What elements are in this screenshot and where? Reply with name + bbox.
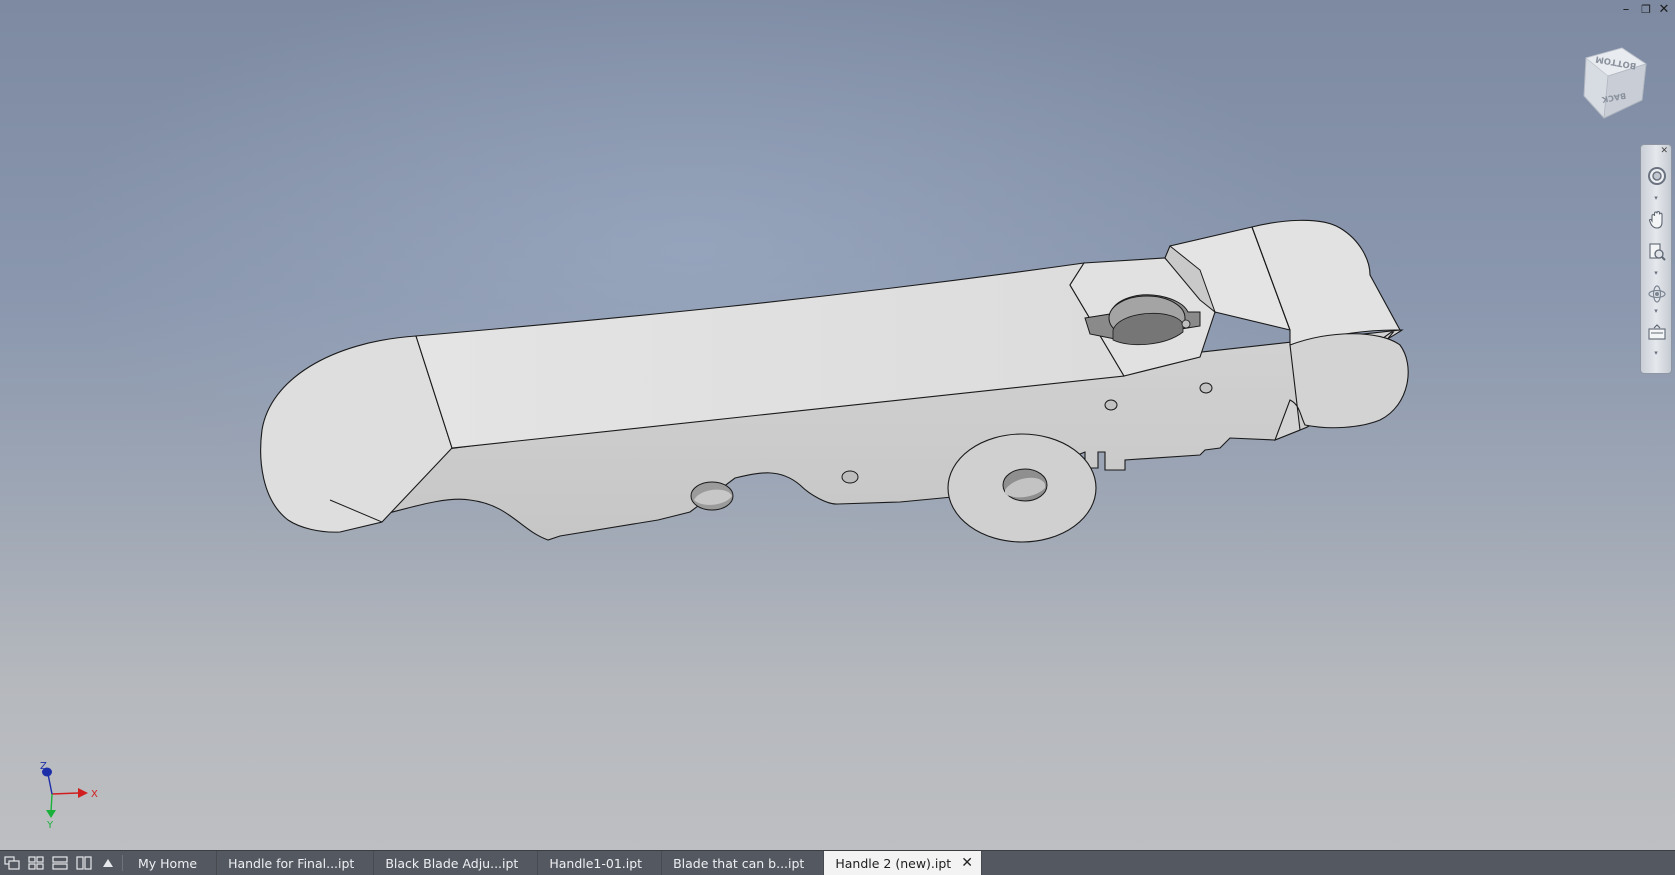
steering-wheel-icon [1648,167,1666,185]
tab-blade-that-can[interactable]: Blade that can b...ipt [662,851,825,875]
document-tab-bar: My Home Handle for Final...ipt Black Bla… [0,850,1675,875]
handle-part-model[interactable] [0,0,1675,850]
small-hole-1[interactable] [841,470,859,484]
steering-wheel-button[interactable] [1644,163,1670,189]
navbar-customize-icon[interactable]: ▾ [1652,350,1660,357]
slot-pin-hole [1181,319,1191,329]
tab-label: Handle1-01.ipt [549,855,643,871]
triad-z-label: Z [40,762,47,772]
triad-x-arrow-icon [78,788,88,798]
pan-button[interactable] [1644,207,1670,233]
pan-hand-icon [1648,210,1663,229]
tab-my-home[interactable]: My Home [127,851,218,875]
orbit-icon [1648,285,1666,303]
viewcube[interactable]: BOTTOM BACK [1578,44,1650,122]
open-documents-menu-button[interactable] [96,851,120,875]
triad-x-axis [51,792,79,795]
tile-vertical-icon [76,856,92,870]
tab-label: Handle for Final...ipt [228,855,355,871]
zoom-button[interactable] [1644,239,1670,265]
orbit-dropdown-icon[interactable]: ▾ [1652,308,1660,315]
triangle-up-icon [103,859,113,867]
steering-wheel-dropdown-icon[interactable]: ▾ [1652,195,1660,202]
tab-handle-for-final[interactable]: Handle for Final...ipt [217,851,375,875]
triad-y-cone-icon [46,810,56,818]
tab-close-icon[interactable]: ✕ [961,855,973,871]
navbar-close-icon[interactable]: ✕ [1660,146,1668,156]
tile-grid-icon [28,856,44,870]
tile-windows-button[interactable] [24,851,48,875]
navigation-bar[interactable]: ✕ ▾ ▾ ▾ ▾ [1640,144,1672,374]
coordinate-triad: X Z Y [40,762,98,828]
triad-x-label: X [91,789,98,800]
tab-black-blade-adjuster[interactable]: Black Blade Adju...ipt [374,851,539,875]
zoom-dropdown-icon[interactable]: ▾ [1652,270,1660,277]
tab-handle-2-new[interactable]: Handle 2 (new).ipt ✕ [824,851,982,875]
triad-z-axis [47,773,53,795]
right-end-side [1274,333,1409,441]
triad-y-axis [50,793,53,813]
tab-label: Black Blade Adju...ipt [385,855,519,871]
triad-y-label: Y [46,820,54,828]
tab-separator [122,855,123,871]
tile-horizontal-icon [52,856,68,870]
orbit-button[interactable] [1644,281,1670,307]
tab-label: Handle 2 (new).ipt [835,855,952,871]
tab-label: Blade that can b...ipt [673,855,805,871]
window-minimize-button[interactable]: – [1618,2,1634,18]
window-close-button[interactable]: ✕ [1656,2,1672,18]
window-restore-button[interactable]: ❐ [1638,2,1654,18]
graphics-viewport[interactable]: – ❐ ✕ BOTTOM BACK ✕ ▾ ▾ ▾ ▾ X Z Y [0,0,1675,850]
look-at-icon [1648,324,1666,340]
look-at-button[interactable] [1644,319,1670,345]
cascade-windows-button[interactable] [0,851,24,875]
zoom-icon [1649,243,1666,261]
small-hole-3[interactable] [1199,382,1213,394]
small-hole-2[interactable] [1104,399,1118,411]
tile-vertical-button[interactable] [72,851,96,875]
tab-label: My Home [138,855,198,871]
tile-horizontal-button[interactable] [48,851,72,875]
tab-handle1-01[interactable]: Handle1-01.ipt [538,851,663,875]
cascade-icon [4,856,20,870]
